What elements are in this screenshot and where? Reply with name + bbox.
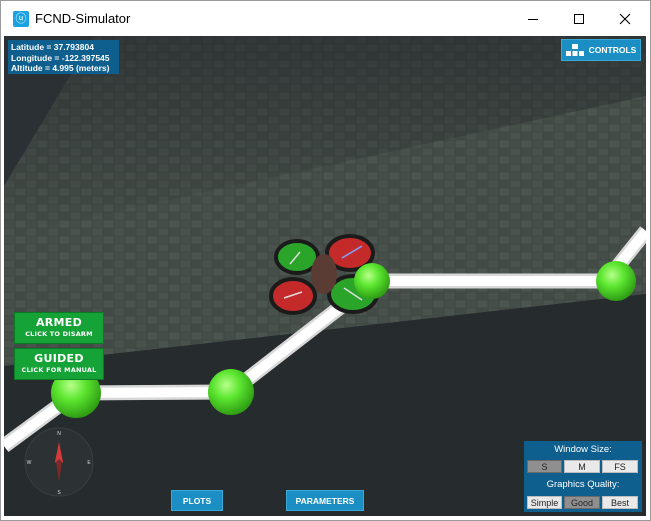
graphics-quality-selector: Simple Good Best: [527, 496, 638, 509]
controls-button[interactable]: CONTROLS: [561, 39, 641, 61]
minimize-icon: [528, 18, 538, 20]
armed-title: ARMED: [35, 316, 83, 329]
minimize-button[interactable]: [510, 1, 556, 36]
armed-subtitle: CLICK TO DISARM: [25, 330, 93, 338]
window-size-fs-button[interactable]: FS: [602, 460, 638, 473]
window-size-s-button[interactable]: S: [527, 460, 562, 473]
app-icon: ⓤ: [13, 10, 29, 27]
drone-body: [311, 254, 337, 294]
compass-north: N: [57, 431, 61, 437]
controls-label: CONTROLS: [588, 45, 637, 55]
longitude-readout: Longitude = -122.397545: [11, 52, 110, 63]
window-size-m-button[interactable]: M: [564, 460, 600, 473]
guided-subtitle: CLICK FOR MANUAL: [21, 366, 97, 374]
window-size-selector: S M FS: [527, 460, 638, 473]
waypoint-marker: [596, 261, 636, 301]
quality-good-button[interactable]: Good: [564, 496, 600, 509]
maximize-icon: [574, 13, 584, 24]
gps-readout: Latitude = 37.793804 Longitude = -122.39…: [8, 40, 119, 74]
simulator-viewport[interactable]: N S E W Latitude = 37.793804 Longitude =…: [4, 36, 646, 516]
guided-title: GUIDED: [34, 352, 84, 365]
parameters-button[interactable]: PARAMETERS: [286, 490, 364, 511]
app-window: ⓤ FCND-Simulator N S E W Latitude = 37.7…: [0, 0, 651, 521]
window-title: FCND-Simulator: [35, 11, 131, 26]
compass: N S E W: [24, 427, 94, 497]
waypoint-marker: [208, 369, 254, 415]
close-button[interactable]: [602, 1, 648, 36]
plots-button[interactable]: PLOTS: [171, 490, 223, 511]
rotor-guard: [269, 277, 317, 315]
armed-button[interactable]: ARMED CLICK TO DISARM: [14, 312, 104, 344]
display-settings-panel: Window Size: S M FS Graphics Quality: Si…: [524, 441, 642, 512]
title-bar[interactable]: ⓤ FCND-Simulator: [1, 1, 650, 36]
latitude-readout: Latitude = 37.793804: [11, 42, 94, 52]
quality-simple-button[interactable]: Simple: [527, 496, 562, 509]
graphics-quality-title: Graphics Quality:: [546, 479, 620, 490]
altitude-readout: Altitude = 4.995 (meters): [11, 63, 110, 73]
window-size-title: Window Size:: [554, 444, 612, 455]
guided-button[interactable]: GUIDED CLICK FOR MANUAL: [14, 348, 104, 380]
controls-blocks-icon: [565, 43, 584, 56]
waypoint-marker: [354, 263, 390, 299]
quality-best-button[interactable]: Best: [602, 496, 638, 509]
maximize-button[interactable]: [556, 1, 602, 36]
close-icon: [619, 13, 631, 24]
compass-west: W: [27, 460, 32, 466]
